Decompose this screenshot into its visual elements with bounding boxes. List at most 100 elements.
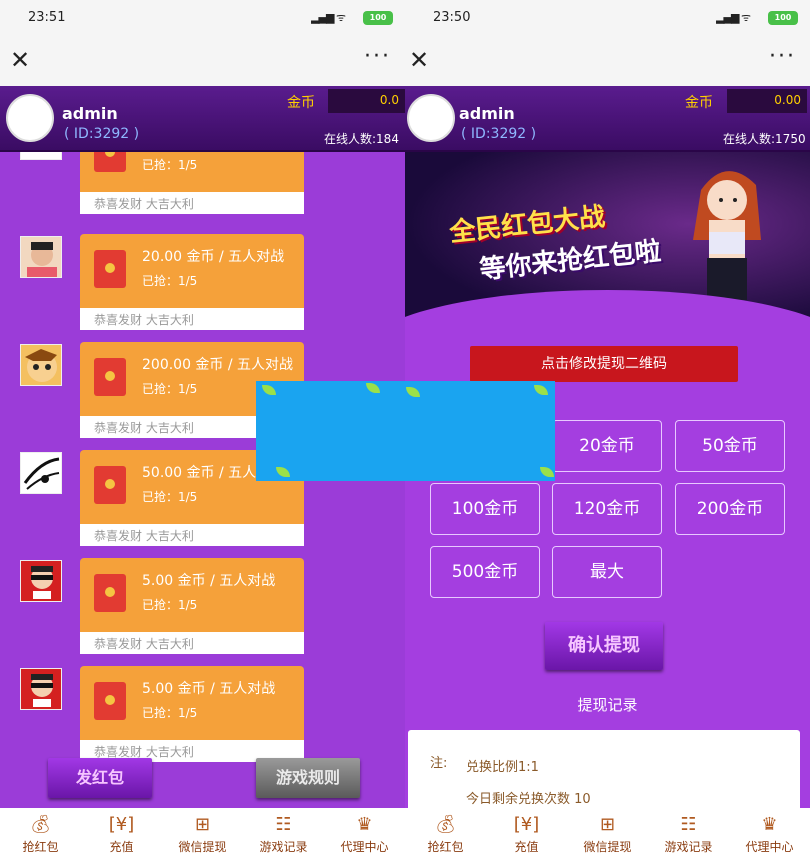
avatar[interactable] — [6, 94, 54, 142]
nav-item-agent[interactable]: ♛ 代理中心 — [324, 808, 405, 862]
nav-item-agent[interactable]: ♛ 代理中心 — [729, 808, 810, 862]
list-item[interactable]: 5.00 金币 / 五人对战 已抢：1/5 恭喜发财 大吉大利 — [0, 558, 405, 666]
nav-item-records[interactable]: ☷ 游戏记录 — [243, 808, 324, 862]
yen-ticket-icon: [¥] — [513, 814, 540, 835]
nav-label: 充值 — [514, 840, 539, 854]
nav-item-grab[interactable]: 💰︎ 抢红包 — [0, 808, 81, 862]
status-time: 23:50 — [433, 10, 471, 25]
amount-option-200[interactable]: 200金币 — [675, 483, 785, 535]
close-icon[interactable]: ✕ — [409, 46, 429, 74]
edit-qr-code-button[interactable]: 点击修改提现二维码 — [470, 346, 738, 382]
bottom-nav: 💰︎ 抢红包 [¥] 充值 ⊞ 微信提现 ☷ 游戏记录 ♛ 代理中心 — [0, 808, 405, 862]
envelope-icon — [94, 358, 126, 396]
amount-option-120[interactable]: 120金币 — [552, 483, 662, 535]
packet-grabbed: 已抢：1/5 — [142, 274, 198, 288]
user-id: ( ID:3292 ) — [64, 126, 140, 142]
more-icon[interactable]: ··· — [769, 44, 796, 69]
leaf-icon — [540, 467, 554, 477]
leaf-icon — [276, 467, 290, 477]
sunglasses-face-icon — [31, 566, 53, 599]
list-icon: ☷ — [275, 814, 292, 835]
leaf-icon — [262, 385, 276, 395]
red-packet-card[interactable]: 5.00 金币 / 五人对战 已抢：1/5 — [80, 558, 304, 632]
nav-label: 抢红包 — [22, 840, 59, 854]
nav-label: 微信提现 — [583, 840, 632, 854]
avatar — [20, 560, 62, 602]
more-icon[interactable]: ··· — [364, 44, 391, 69]
gift-icon: ⊞ — [599, 814, 616, 835]
withdraw-records-title[interactable]: 提现记录 — [405, 694, 810, 715]
packet-amount: 5.00 金币 / 五人对战 — [142, 573, 276, 589]
promo-banner: 全民红包大战 等你来抢红包啦 — [405, 152, 810, 332]
avatar — [20, 344, 62, 386]
amount-option-20[interactable]: 20金币 — [552, 420, 662, 472]
avatar — [20, 668, 62, 710]
crown-icon: ♛ — [356, 814, 373, 835]
game-rules-button[interactable]: 游戏规则 — [256, 758, 360, 798]
red-packet-card[interactable]: 已抢：1/5 — [80, 152, 304, 192]
yen-ticket-icon: [¥] — [108, 814, 135, 835]
nav-item-recharge[interactable]: [¥] 充值 — [486, 808, 567, 862]
packet-grabbed: 已抢：1/5 — [142, 490, 198, 504]
cartoon-face-icon — [25, 349, 57, 382]
send-red-packet-button[interactable]: 发红包 — [48, 758, 152, 798]
avatar — [20, 152, 62, 160]
packet-grabbed: 已抢：1/5 — [142, 382, 198, 396]
packet-wish: 恭喜发财 大吉大利 — [80, 192, 304, 214]
amount-option-100[interactable]: 100金币 — [430, 483, 540, 535]
bottom-nav: 💰︎ 抢红包 [¥] 充值 ⊞ 微信提现 ☷ 游戏记录 ♛ 代理中心 — [405, 808, 810, 862]
man-face-icon — [27, 242, 57, 277]
nav-item-recharge[interactable]: [¥] 充值 — [81, 808, 162, 862]
list-item[interactable]: 已抢：1/5 恭喜发财 大吉大利 — [0, 152, 405, 226]
envelope-icon — [94, 682, 126, 720]
amount-option-500[interactable]: 500金币 — [430, 546, 540, 598]
packet-amount: 5.00 金币 / 五人对战 — [142, 681, 276, 697]
online-count: 在线人数:184 — [324, 132, 399, 146]
confirm-withdraw-button[interactable]: 确认提现 — [545, 622, 663, 670]
signal-wifi-icon: ▂▄▆ ᯤ — [716, 11, 751, 24]
nav-label: 代理中心 — [340, 840, 389, 854]
username: admin — [62, 104, 118, 123]
packet-wish: 恭喜发财 大吉大利 — [80, 524, 304, 546]
sketch-face-icon — [23, 457, 60, 490]
avatar — [20, 236, 62, 278]
nav-item-withdraw[interactable]: ⊞ 微信提现 — [162, 808, 243, 862]
status-bar: 23:51 ▂▄▆ ᯤ 100 — [0, 0, 405, 36]
list-icon: ☷ — [680, 814, 697, 835]
packet-grabbed: 已抢：1/5 — [142, 158, 198, 172]
envelope-icon — [94, 152, 126, 172]
status-bar: 23:50 ▂▄▆ ᯤ 100 — [405, 0, 810, 36]
packet-amount: 50.00 金币 / 五人 — [142, 465, 257, 481]
overlay-image — [256, 381, 555, 481]
note-label: 注: — [430, 756, 448, 771]
nav-item-withdraw[interactable]: ⊞ 微信提现 — [567, 808, 648, 862]
sunglasses-face-icon — [31, 674, 53, 707]
online-count: 在线人数:1750 — [723, 132, 806, 146]
battery-icon: 100 — [768, 11, 798, 25]
leaf-icon — [534, 385, 548, 395]
red-packet-card[interactable]: 5.00 金币 / 五人对战 已抢：1/5 — [80, 666, 304, 740]
signal-wifi-icon: ▂▄▆ ᯤ — [311, 11, 346, 24]
envelope-icon — [94, 466, 126, 504]
avatar[interactable] — [407, 94, 455, 142]
title-bar: ✕ ··· — [0, 36, 405, 86]
cartoon-girl-image — [693, 171, 761, 300]
red-packet-card[interactable]: 20.00 金币 / 五人对战 已抢：1/5 — [80, 234, 304, 308]
nav-item-grab[interactable]: 💰︎ 抢红包 — [405, 808, 486, 862]
leaf-icon — [366, 383, 380, 393]
amount-option-max[interactable]: 最大 — [552, 546, 662, 598]
nav-label: 游戏记录 — [664, 840, 713, 854]
amount-option-50[interactable]: 50金币 — [675, 420, 785, 472]
exchange-ratio: 兑换比例1:1 — [466, 760, 539, 775]
packet-wish: 恭喜发财 大吉大利 — [80, 308, 304, 330]
gift-icon: ⊞ — [194, 814, 211, 835]
money-bag-icon: 💰︎ — [434, 814, 457, 835]
crown-icon: ♛ — [761, 814, 778, 835]
list-item[interactable]: 20.00 金币 / 五人对战 已抢：1/5 恭喜发财 大吉大利 — [0, 234, 405, 342]
packet-grabbed: 已抢：1/5 — [142, 706, 198, 720]
close-icon[interactable]: ✕ — [10, 46, 30, 74]
nav-label: 抢红包 — [427, 840, 464, 854]
nav-item-records[interactable]: ☷ 游戏记录 — [648, 808, 729, 862]
nav-label: 充值 — [109, 840, 134, 854]
user-id: ( ID:3292 ) — [461, 126, 537, 142]
